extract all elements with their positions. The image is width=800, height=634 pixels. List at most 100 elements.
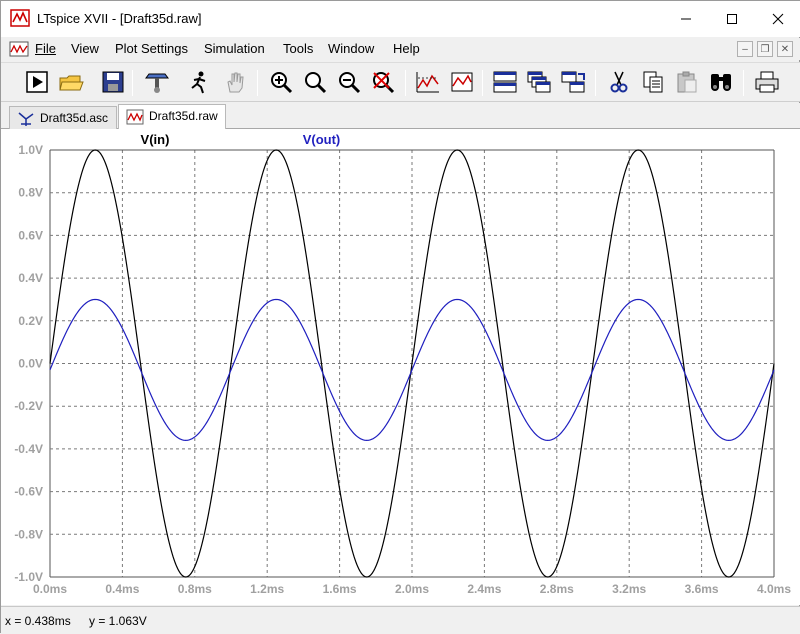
menu-file[interactable]: File (35, 41, 56, 56)
title-bar[interactable]: LTspice XVII - [Draft35d.raw] (1, 1, 800, 37)
toolbar-separator (595, 70, 596, 96)
paste-icon (677, 71, 697, 93)
x-tick-label: 0.4ms (105, 582, 139, 596)
window-title: LTspice XVII - [Draft35d.raw] (37, 11, 202, 26)
y-tick-label: 0.2V (18, 314, 43, 328)
tile-horizontal-button[interactable] (491, 68, 519, 96)
waveform-plot-pane[interactable]: 0.0ms 0.4ms 0.8ms 1.2ms 1.6ms 2.0ms 2.4ms 2.8ms… (1, 129, 800, 605)
y-tick-label: 0.4V (18, 271, 43, 285)
tab-draft35d-asc[interactable]: Draft35d.asc (9, 106, 117, 129)
save-button[interactable] (99, 68, 127, 96)
y-tick-label: 0.6V (18, 228, 43, 242)
zoom-cancel-icon (373, 72, 395, 94)
x-tick-label: 2.0ms (395, 582, 429, 596)
toolbar-separator (132, 70, 133, 96)
tile-vertical-button[interactable] (559, 68, 587, 96)
minimize-icon (681, 18, 691, 20)
copy-icon (643, 71, 663, 93)
zoom-cancel-button[interactable] (369, 68, 397, 96)
mdi-restore-button[interactable]: ❐ (757, 41, 773, 57)
y-tick-label: 0.8V (18, 186, 43, 200)
waveform-icon (126, 109, 144, 125)
zoom-in-icon (271, 72, 293, 94)
control-panel-button[interactable] (143, 68, 171, 96)
zoom-out-button[interactable] (335, 68, 363, 96)
menu-window[interactable]: Window (328, 41, 374, 56)
tab-label: Draft35d.raw (149, 109, 218, 123)
trace-label: V(out) (303, 132, 341, 147)
menu-view[interactable]: View (71, 41, 99, 56)
open-icon (59, 75, 84, 91)
cascade-button[interactable] (525, 68, 553, 96)
menu-help-label: Help (393, 41, 420, 56)
save-icon (102, 71, 124, 93)
document-tab-bar: Draft35d.asc Draft35d.raw (1, 103, 800, 130)
menu-tools-label: Tools (283, 41, 314, 56)
pan-hand-button[interactable] (221, 68, 249, 96)
toolbar-separator (743, 70, 744, 96)
menu-help[interactable]: Help (393, 41, 420, 56)
tab-draft35d-raw[interactable]: Draft35d.raw (118, 104, 226, 130)
copy-button[interactable] (639, 68, 667, 96)
y-tick-label: 1.0V (18, 143, 43, 157)
status-bar: x = 0.438ms y = 1.063V (1, 606, 800, 634)
open-button[interactable] (57, 68, 85, 96)
menu-simulation[interactable]: Simulation (204, 41, 265, 56)
maximize-icon (727, 14, 737, 24)
trace-label: V(in) (141, 132, 170, 147)
paste-button[interactable] (673, 68, 701, 96)
find-button[interactable] (707, 68, 735, 96)
cascade-icon (527, 71, 551, 93)
menu-tools[interactable]: Tools (283, 41, 313, 56)
x-tick-label: 3.6ms (685, 582, 719, 596)
y-tick-label: -0.6V (14, 485, 43, 499)
toolbar-separator (482, 70, 483, 96)
close-button[interactable] (755, 1, 800, 37)
menu-view-label: View (71, 41, 99, 56)
fit-button[interactable] (448, 68, 476, 96)
run-icon (26, 71, 48, 93)
maximize-button[interactable] (709, 1, 755, 37)
zoom-area-icon (305, 72, 327, 94)
menu-bar: File View Plot Settings Simulation Tools… (1, 38, 800, 60)
waveform-window-icon[interactable] (9, 40, 29, 58)
mdi-close-button[interactable]: ✕ (777, 41, 793, 57)
run-halt-button[interactable] (185, 68, 213, 96)
x-tick-label: 4.0ms (757, 582, 791, 596)
tile-horizontal-icon (493, 71, 517, 93)
mdi-restore-icon: ❐ (760, 43, 770, 55)
waveform-plot[interactable]: 0.0ms 0.4ms 0.8ms 1.2ms 1.6ms 2.0ms 2.4ms 2.8ms… (1, 129, 800, 605)
x-tick-label: 2.8ms (540, 582, 574, 596)
y-tick-label: -0.2V (14, 399, 43, 413)
x-tick-label: 0.8ms (178, 582, 212, 596)
cursor-x-readout: x = 0.438ms (5, 614, 71, 628)
mdi-minimize-icon: ‒ (742, 43, 748, 55)
y-tick-label: -1.0V (14, 570, 43, 584)
menu-plot-settings[interactable]: Plot Settings (115, 41, 188, 56)
mdi-minimize-button[interactable]: ‒ (737, 41, 753, 57)
zoom-in-button[interactable] (267, 68, 295, 96)
mdi-close-icon: ✕ (780, 43, 790, 55)
zoom-out-icon (339, 72, 361, 94)
cut-icon (610, 71, 628, 93)
run-button[interactable] (23, 68, 51, 96)
toolbar-separator (405, 70, 406, 96)
y-tick-label: -0.4V (14, 442, 43, 456)
autorange-icon (416, 72, 439, 93)
zoom-area-button[interactable] (301, 68, 329, 96)
menu-file-label: File (35, 41, 56, 56)
autorange-button[interactable] (414, 68, 442, 96)
ltspice-logo-icon (10, 9, 30, 27)
print-button[interactable] (753, 68, 781, 96)
toolbar-separator (257, 70, 258, 96)
tab-label: Draft35d.asc (40, 111, 109, 125)
run-halt-icon (191, 71, 206, 94)
cut-button[interactable] (605, 68, 633, 96)
menu-plot-settings-label: Plot Settings (115, 41, 188, 56)
tile-vertical-icon (561, 71, 585, 93)
minimize-button[interactable] (663, 1, 709, 37)
ltspice-window: LTspice XVII - [Draft35d.raw] File View … (0, 0, 800, 634)
schematic-icon (18, 112, 34, 126)
menu-window-label: Window (328, 41, 375, 56)
x-tick-label: 3.2ms (612, 582, 646, 596)
